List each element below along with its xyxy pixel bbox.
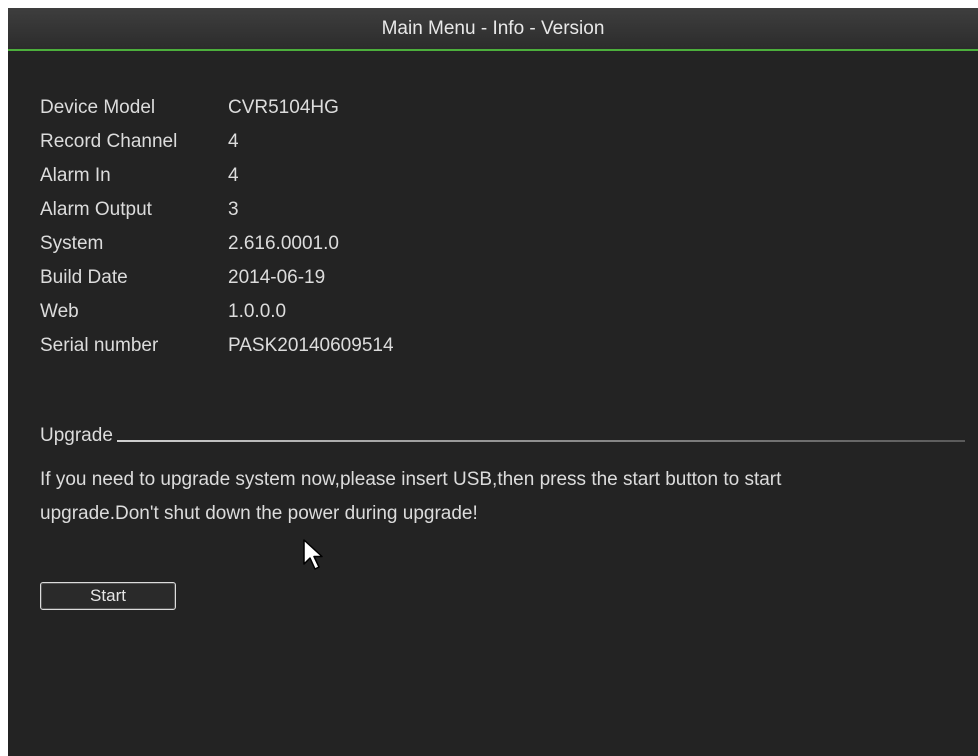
serial-number-value: PASK20140609514 [228, 335, 394, 356]
system-version-value: 2.616.0001.0 [228, 233, 339, 254]
title-bar: Main Menu - Info - Version [8, 8, 978, 51]
record-channel-value: 4 [228, 131, 239, 152]
upgrade-instructions-line-2: upgrade.Don't shut down the power during… [40, 503, 478, 524]
info-row-device-model: Device Model CVR5104HG [40, 91, 394, 125]
system-label: System [40, 233, 104, 254]
alarm-in-value: 4 [228, 165, 239, 186]
device-model-value: CVR5104HG [228, 97, 339, 118]
alarm-output-value: 3 [228, 199, 239, 220]
alarm-in-label: Alarm In [40, 165, 111, 186]
serial-number-label: Serial number [40, 335, 159, 356]
info-row-system: System 2.616.0001.0 [40, 227, 394, 261]
alarm-output-label: Alarm Output [40, 199, 152, 220]
info-row-alarm-in: Alarm In 4 [40, 159, 394, 193]
window-title: Main Menu - Info - Version [381, 17, 605, 39]
info-row-web: Web 1.0.0.0 [40, 295, 394, 329]
web-label: Web [40, 301, 79, 322]
web-version-value: 1.0.0.0 [228, 301, 287, 322]
device-model-label: Device Model [40, 97, 156, 118]
version-window: Main Menu - Info - Version Device Model … [8, 8, 978, 756]
upgrade-instructions-line-1: If you need to upgrade system now,please… [40, 469, 782, 490]
start-upgrade-button[interactable]: Start [40, 582, 176, 610]
record-channel-label: Record Channel [40, 131, 178, 152]
upgrade-instructions: If you need to upgrade system now,please… [40, 463, 975, 531]
mouse-pointer-icon [303, 539, 323, 570]
build-date-value: 2014-06-19 [228, 267, 326, 288]
upgrade-section-header: Upgrade [40, 421, 965, 447]
version-info-list: Device Model CVR5104HG Record Channel 4 … [40, 91, 394, 363]
upgrade-section-label: Upgrade [40, 425, 113, 446]
upgrade-divider [116, 440, 965, 442]
info-row-record-channel: Record Channel 4 [40, 125, 394, 159]
build-date-label: Build Date [40, 267, 128, 288]
info-row-alarm-output: Alarm Output 3 [40, 193, 394, 227]
info-row-serial-number: Serial number PASK20140609514 [40, 329, 394, 363]
info-row-build-date: Build Date 2014-06-19 [40, 261, 394, 295]
